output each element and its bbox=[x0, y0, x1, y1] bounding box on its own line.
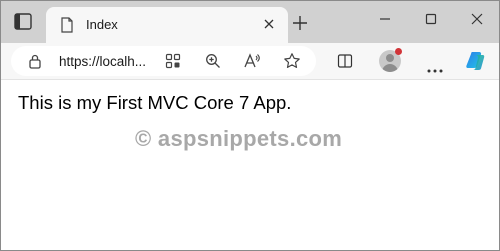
avatar-head bbox=[386, 54, 394, 62]
close-icon bbox=[471, 13, 483, 25]
watermark: © aspsnippets.com bbox=[135, 126, 343, 151]
read-aloud-icon[interactable] bbox=[243, 52, 261, 75]
address-url[interactable]: https://localh... bbox=[59, 54, 146, 69]
tab-index[interactable]: Index bbox=[46, 7, 288, 43]
page-icon bbox=[60, 17, 74, 38]
maximize-button[interactable] bbox=[423, 11, 439, 27]
avatar-body bbox=[382, 64, 398, 72]
zoom-icon[interactable] bbox=[205, 53, 221, 74]
notification-badge bbox=[395, 48, 402, 55]
maximize-icon bbox=[425, 13, 437, 25]
minimize-button[interactable] bbox=[377, 11, 393, 27]
plus-icon bbox=[293, 16, 307, 30]
minimize-icon bbox=[380, 18, 390, 20]
address-bar[interactable]: https://localh... bbox=[11, 46, 316, 76]
window-close-button[interactable] bbox=[469, 11, 485, 27]
tab-title: Index bbox=[86, 17, 118, 32]
new-tab-button[interactable] bbox=[292, 15, 308, 31]
more-icon[interactable] bbox=[427, 60, 443, 78]
page-heading: This is my First MVC Core 7 App. bbox=[18, 92, 292, 113]
browser-window: Index https://localh... This is my First… bbox=[0, 0, 500, 251]
close-icon[interactable] bbox=[262, 17, 276, 31]
star-icon[interactable] bbox=[283, 52, 301, 75]
page-content: This is my First MVC Core 7 App. © aspsn… bbox=[1, 80, 499, 250]
tab-strip: Index bbox=[1, 1, 499, 43]
tab-actions-icon[interactable] bbox=[11, 12, 35, 32]
lock-icon[interactable] bbox=[28, 53, 42, 74]
split-screen-icon[interactable] bbox=[337, 53, 353, 74]
browser-toolbar: https://localh... bbox=[1, 43, 499, 80]
app-available-icon[interactable] bbox=[165, 53, 181, 74]
copilot-icon[interactable] bbox=[465, 50, 487, 77]
